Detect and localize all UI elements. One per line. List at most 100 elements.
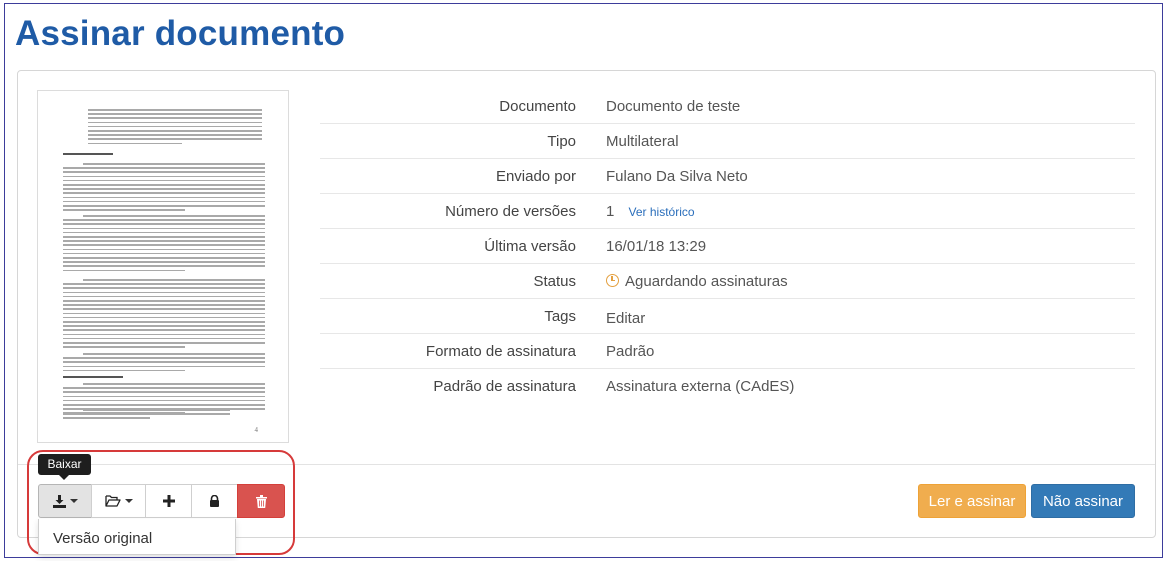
thumbnail-text-line bbox=[63, 227, 265, 230]
trash-icon bbox=[255, 494, 267, 508]
detail-value: Fulano Da Silva Neto bbox=[606, 168, 748, 185]
detail-label: Número de versões bbox=[445, 203, 576, 220]
thumbnail-text-line bbox=[63, 257, 265, 259]
detail-label: Tags bbox=[544, 308, 576, 325]
detail-value: 16/01/18 13:29 bbox=[606, 238, 707, 255]
detail-row-tipo: Tipo Multilateral bbox=[320, 124, 1135, 159]
detail-row-status: Status Aguardando assinaturas bbox=[320, 264, 1135, 299]
thumbnail-text-line bbox=[83, 279, 265, 281]
thumbnail-text-line bbox=[63, 231, 265, 234]
lock-icon bbox=[210, 495, 219, 507]
thumbnail-text-line bbox=[63, 333, 265, 336]
thumbnail-text-line bbox=[63, 240, 265, 242]
thumbnail-text-line bbox=[83, 409, 230, 411]
thumbnail-text-line bbox=[63, 395, 265, 398]
thumbnail-text-line bbox=[83, 163, 265, 165]
thumbnail-text-line bbox=[88, 117, 262, 119]
thumbnail-text-line bbox=[88, 138, 262, 140]
document-details: Documento Documento de teste Tipo Multil… bbox=[320, 89, 1135, 404]
thumbnail-text-line bbox=[63, 287, 265, 289]
thumbnail-text-line bbox=[88, 121, 262, 124]
thumbnail-text-line bbox=[63, 346, 185, 348]
detail-value: Padrão bbox=[606, 343, 655, 360]
thumbnail-text-line bbox=[83, 353, 265, 355]
delete-button[interactable] bbox=[237, 484, 285, 518]
thumbnail-text-line bbox=[63, 308, 265, 310]
open-folder-button[interactable] bbox=[91, 484, 146, 518]
edit-tags-link[interactable]: Editar bbox=[606, 310, 645, 327]
thumbnail-text-line bbox=[63, 205, 265, 207]
thumbnail-heading-line bbox=[63, 376, 123, 378]
document-thumbnail[interactable]: 4 bbox=[37, 90, 289, 443]
view-history-link[interactable]: Ver histórico bbox=[629, 205, 695, 219]
thumbnail-text-line bbox=[63, 167, 265, 169]
download-tooltip: Baixar bbox=[38, 454, 91, 480]
thumbnail-text-line bbox=[88, 109, 262, 111]
thumbnail-text-line bbox=[63, 357, 265, 359]
thumbnail-text-line bbox=[63, 291, 265, 294]
status-value-group: Aguardando assinaturas bbox=[606, 273, 788, 290]
detail-row-padrao: Padrão de assinatura Assinatura externa … bbox=[320, 369, 1135, 404]
detail-value: Documento de teste bbox=[606, 98, 741, 115]
plus-icon bbox=[162, 495, 175, 507]
thumbnail-text-line bbox=[63, 184, 265, 186]
status-text: Aguardando assinaturas bbox=[625, 273, 788, 290]
thumbnail-text-line bbox=[88, 142, 182, 145]
detail-label: Documento bbox=[499, 98, 576, 115]
detail-row-formato: Formato de assinatura Padrão bbox=[320, 334, 1135, 369]
clock-icon bbox=[606, 274, 619, 287]
detail-row-numero-versoes: Número de versões 1 Ver histórico bbox=[320, 194, 1135, 229]
decline-sign-button[interactable]: Não assinar bbox=[1031, 484, 1135, 518]
thumbnail-text-line bbox=[63, 304, 265, 306]
detail-row-ultima-versao: Última versão 16/01/18 13:29 bbox=[320, 229, 1135, 264]
download-button[interactable] bbox=[38, 484, 92, 518]
detail-label: Status bbox=[533, 273, 576, 290]
thumbnail-text-line bbox=[63, 300, 265, 302]
thumbnail-text-line bbox=[63, 316, 265, 319]
document-toolbar bbox=[38, 484, 285, 518]
lock-button[interactable] bbox=[191, 484, 238, 518]
thumbnail-text-line bbox=[63, 337, 265, 340]
folder-open-icon bbox=[104, 495, 121, 507]
thumbnail-text-line bbox=[88, 130, 262, 132]
thumbnail-text-line bbox=[63, 404, 265, 406]
thumbnail-text-line bbox=[63, 342, 265, 344]
thumbnail-text-line bbox=[63, 399, 265, 402]
thumbnail-text-line bbox=[63, 171, 265, 173]
add-button[interactable] bbox=[145, 484, 192, 518]
detail-label: Padrão de assinatura bbox=[433, 378, 576, 395]
chevron-down-icon bbox=[124, 499, 133, 503]
detail-row-documento: Documento Documento de teste bbox=[320, 89, 1135, 124]
thumbnail-text-line bbox=[83, 215, 265, 217]
read-and-sign-button[interactable]: Ler e assinar bbox=[918, 484, 1026, 518]
page-title: Assinar documento bbox=[15, 14, 346, 53]
thumbnail-text-line bbox=[63, 188, 265, 190]
thumbnail-text-line bbox=[63, 369, 185, 372]
thumbnail-text-line bbox=[88, 113, 262, 115]
version-count: 1 bbox=[606, 203, 615, 220]
detail-row-tags: Tags Editar bbox=[320, 299, 1135, 334]
thumbnail-text-line bbox=[63, 295, 265, 298]
thumbnail-text-line bbox=[63, 200, 265, 203]
detail-value: Multilateral bbox=[606, 133, 679, 150]
thumbnail-text-line bbox=[63, 417, 150, 419]
thumbnail-text-line bbox=[63, 209, 185, 211]
thumbnail-text-line bbox=[63, 244, 265, 246]
thumbnail-text-line bbox=[63, 365, 265, 368]
thumbnail-text-line bbox=[63, 175, 265, 178]
thumbnail-text-line bbox=[63, 325, 265, 327]
thumbnail-text-line bbox=[63, 179, 265, 182]
chevron-down-icon bbox=[69, 499, 78, 503]
thumbnail-text-line bbox=[63, 361, 265, 363]
detail-label: Enviado por bbox=[495, 168, 576, 185]
thumbnail-text-line bbox=[63, 265, 265, 267]
thumbnail-text-line bbox=[63, 391, 265, 393]
detail-label: Formato de assinatura bbox=[425, 343, 576, 360]
thumbnail-text-line bbox=[88, 125, 262, 128]
dropdown-item-original-version[interactable]: Versão original bbox=[53, 530, 152, 547]
download-icon bbox=[52, 494, 66, 508]
thumbnail-text-line bbox=[63, 236, 265, 238]
thumbnail-text-line bbox=[63, 261, 265, 263]
thumbnail-heading-line bbox=[63, 153, 113, 155]
thumbnail-text-line bbox=[63, 321, 265, 323]
